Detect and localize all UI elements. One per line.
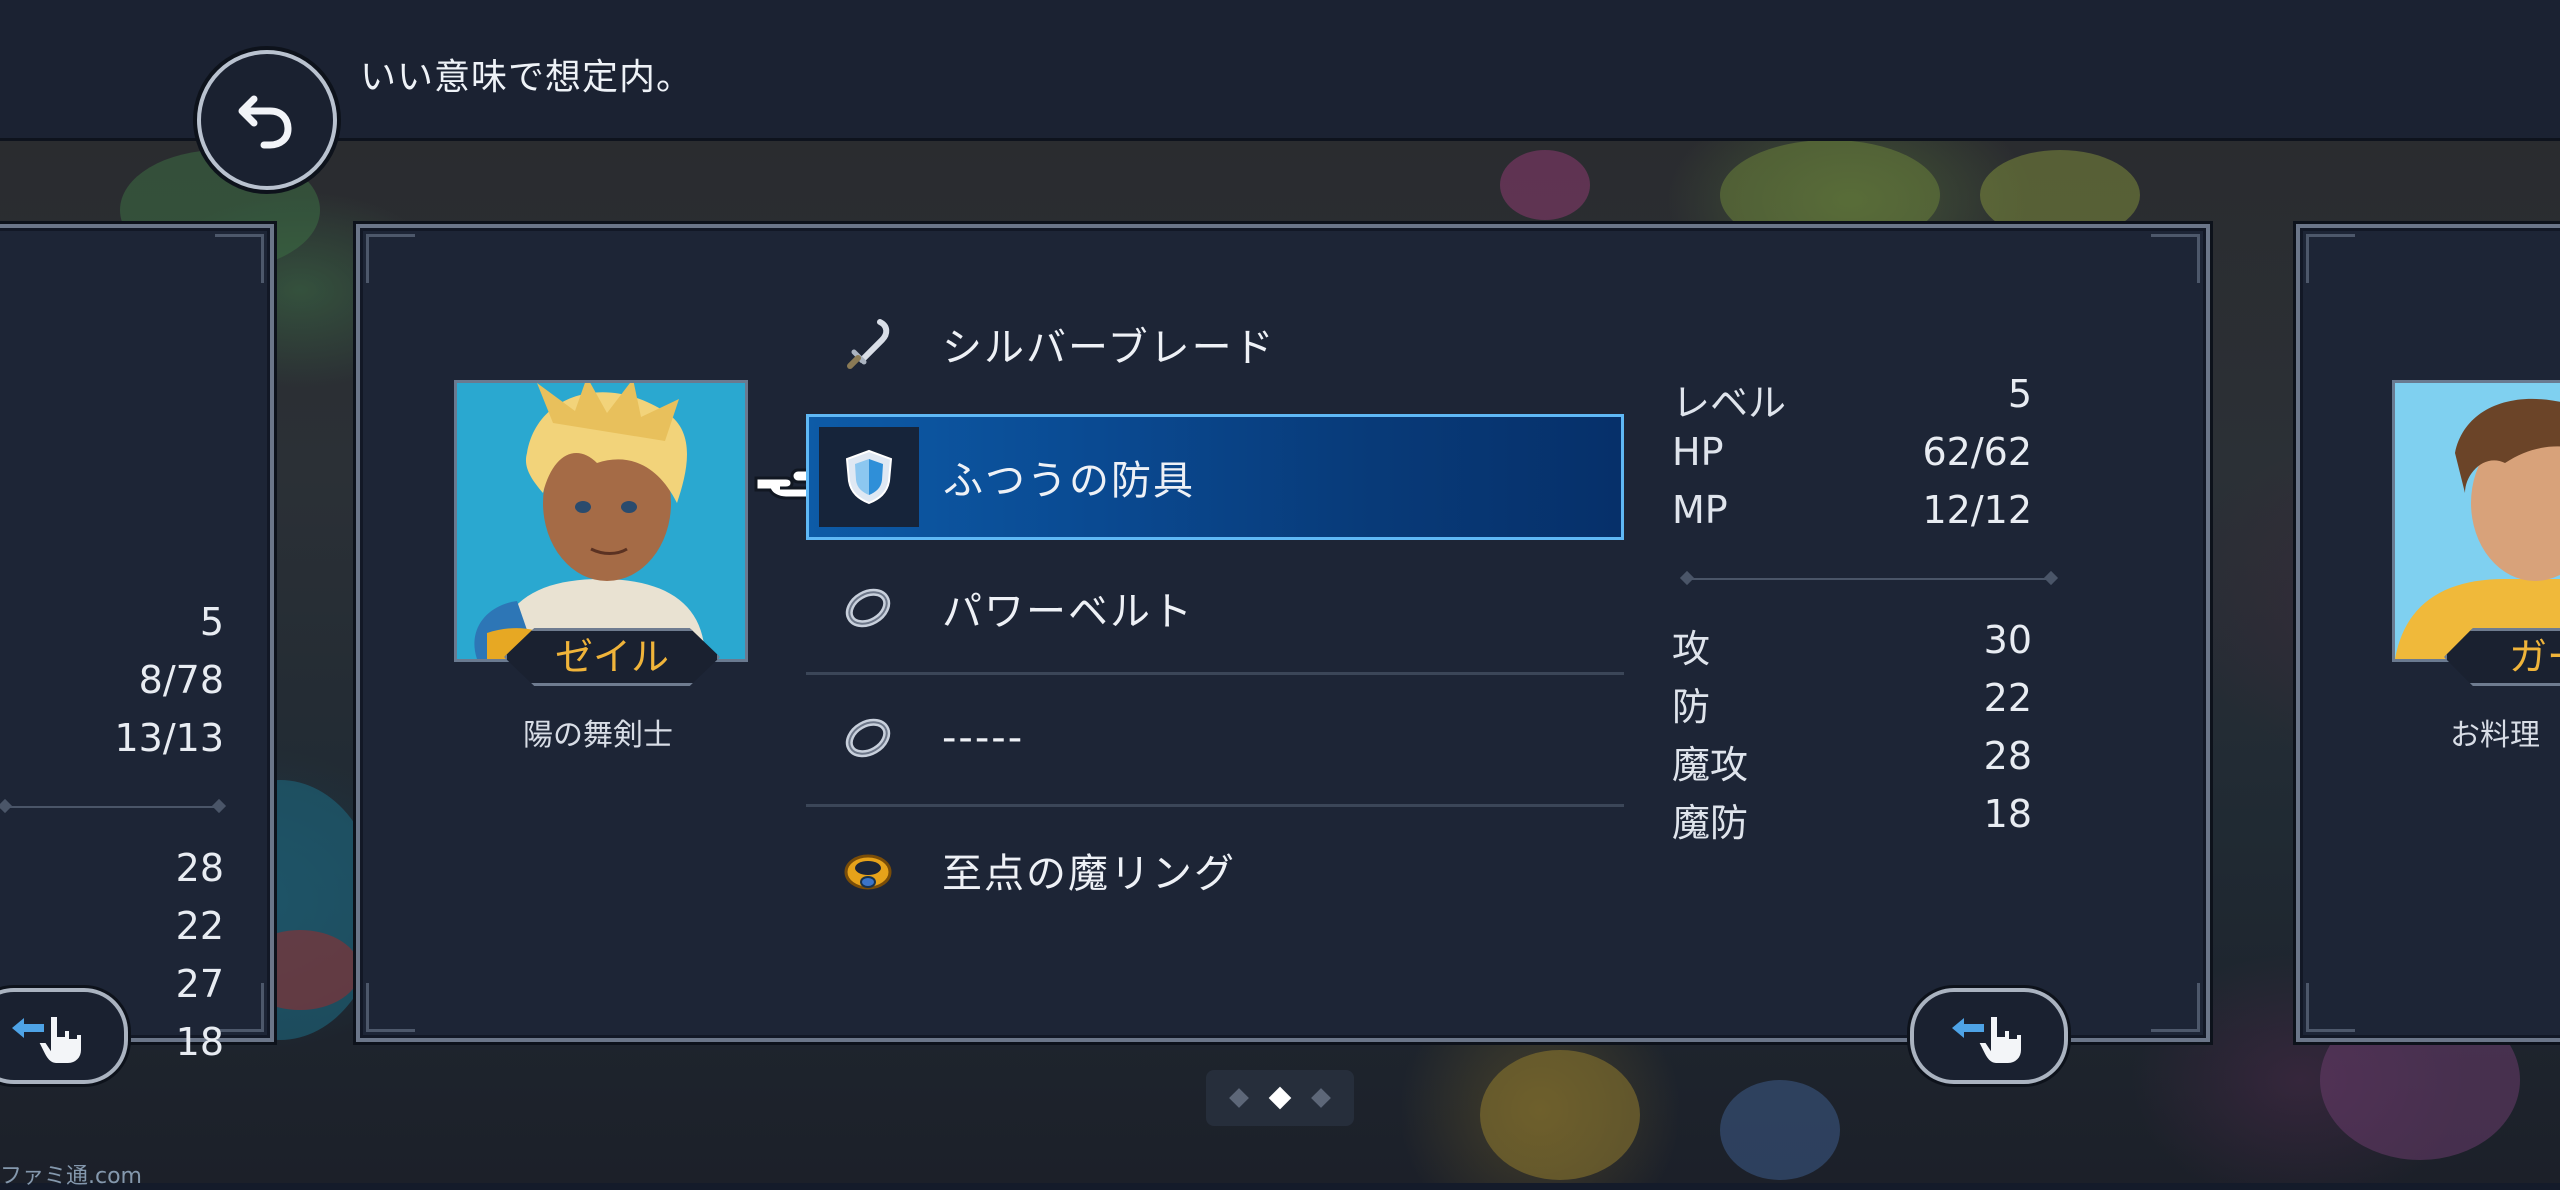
stat-label: 防: [1672, 685, 1711, 729]
stat-label: 魔防: [1672, 801, 1749, 845]
right-character-title: お料理: [2450, 718, 2540, 753]
coral-decoration: [1480, 1050, 1640, 1180]
page-dot-active[interactable]: [1268, 1086, 1292, 1110]
character-portrait-art: [2395, 383, 2560, 659]
panel-corner-ornament: [366, 234, 415, 283]
equipment-slot-accessory-3[interactable]: 至点の魔リング: [806, 810, 1624, 930]
stat-label: 魔攻: [1672, 743, 1749, 787]
stat-level: レベル 5: [1672, 372, 2032, 427]
equipment-label: シルバーブレード: [942, 325, 1276, 371]
equipment-slot-accessory-2[interactable]: -----: [806, 678, 1624, 798]
character-name: ゼイル: [554, 635, 669, 679]
equipment-slot-weapon[interactable]: シルバーブレード: [806, 284, 1624, 404]
stat-value: 5: [2007, 372, 2032, 416]
panel-corner-ornament: [2306, 234, 2355, 283]
stat-label: レベル: [1672, 381, 1787, 425]
equipment-label: パワーベルト: [942, 589, 1194, 635]
character-portrait[interactable]: [454, 380, 748, 662]
left-character-panel: 5 8/78 13/13 28 22 27 18: [0, 224, 274, 1064]
coral-decoration: [1720, 1080, 1840, 1180]
equipment-divider: [806, 672, 1624, 675]
left-stat-atk: 28: [175, 846, 224, 890]
panel-corner-ornament: [2306, 983, 2355, 1032]
left-stat-hp: 8/78: [138, 658, 224, 702]
panel-corner-ornament: [215, 234, 264, 283]
equipment-label: ふつうの防具: [943, 458, 1195, 504]
character-title: 陽の舞剣士: [523, 718, 673, 753]
panel-corner-ornament: [366, 983, 415, 1032]
stat-hp: HP 62/62: [1672, 430, 2032, 474]
swap-character-button[interactable]: [0, 988, 128, 1084]
equipment-slot-accessory-1[interactable]: パワーベルト: [806, 548, 1624, 668]
page-dot[interactable]: [1229, 1088, 1249, 1108]
dialogue-message: いい意味で想定内。: [360, 57, 694, 98]
equipment-label: 至点の魔リング: [942, 851, 1236, 897]
stat-label: HP: [1672, 430, 1724, 474]
equipment-label: -----: [942, 715, 1025, 761]
stat-value: 18: [1983, 792, 2032, 836]
stat-value: 22: [1983, 676, 2032, 720]
amulet-icon: [844, 854, 892, 890]
character-name-plate: ゼイル: [504, 628, 720, 686]
icon-box: [819, 427, 919, 527]
stat-separator: [4, 806, 220, 808]
character-name: ガー: [2508, 635, 2560, 679]
icon-box: [818, 294, 918, 394]
left-stat-mp: 13/13: [114, 716, 224, 760]
stat-separator: [1686, 578, 2052, 580]
sword-icon: [847, 319, 890, 369]
stat-value: 12/12: [1922, 488, 2032, 532]
foliage-decoration: [1500, 150, 1590, 220]
right-character-portrait[interactable]: [2392, 380, 2560, 662]
stat-label: MP: [1672, 488, 1728, 532]
stat-value: 62/62: [1922, 430, 2032, 474]
stat-label: 攻: [1672, 627, 1711, 671]
panel-corner-ornament: [2151, 234, 2200, 283]
ring-icon: [845, 718, 891, 758]
page-dot[interactable]: [1311, 1088, 1331, 1108]
stat-mp: MP 12/12: [1672, 488, 2032, 532]
stat-attack: 攻 30: [1672, 618, 2032, 673]
icon-box: [818, 820, 918, 920]
panel-corner-ornament: [2151, 983, 2200, 1032]
back-button[interactable]: [197, 50, 337, 190]
hand-swap-icon: [1952, 1015, 2023, 1065]
watermark: ファミ通.com: [0, 1164, 142, 1189]
swap-character-button[interactable]: [1910, 988, 2068, 1084]
icon-box: [818, 558, 918, 658]
return-arrow-icon: [238, 95, 292, 149]
left-stat-level: 5: [199, 600, 224, 644]
page-indicator: [1206, 1070, 1354, 1126]
stat-magic-defense: 魔防 18: [1672, 792, 2032, 847]
character-portrait-art: [457, 383, 745, 659]
equipment-divider: [806, 804, 1624, 807]
left-stat-def: 22: [175, 904, 224, 948]
stat-defense: 防 22: [1672, 676, 2032, 731]
stat-value: 30: [1983, 618, 2032, 662]
hand-swap-icon: [12, 1015, 83, 1065]
icon-box: [818, 688, 918, 788]
stat-value: 28: [1983, 734, 2032, 778]
shield-icon: [845, 449, 893, 505]
equipment-slot-armor[interactable]: ふつうの防具: [806, 414, 1624, 540]
top-bar: いい意味で想定内。: [0, 0, 2560, 141]
stat-magic-attack: 魔攻 28: [1672, 734, 2032, 789]
ring-icon: [845, 588, 891, 628]
